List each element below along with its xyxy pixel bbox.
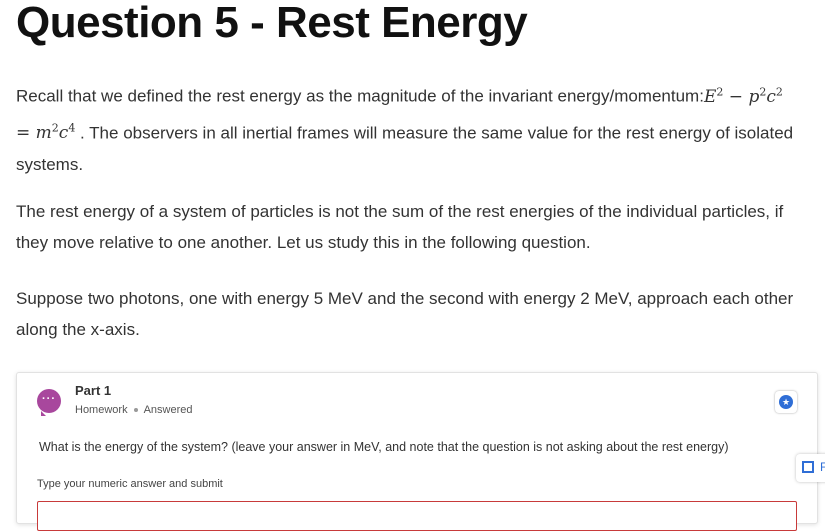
side-tab-label: F xyxy=(820,460,825,474)
rest-energy-paragraph: The rest energy of a system of particles… xyxy=(16,202,784,252)
intro-text-after: . The observers in all inertial frames w… xyxy=(16,123,794,175)
side-panel-tab[interactable]: F xyxy=(796,454,825,482)
answer-label: Type your numeric answer and submit xyxy=(37,478,223,490)
expand-icon xyxy=(802,461,814,473)
part-card: ··· Part 1 Homework Answered ★ What is th… xyxy=(16,372,818,531)
part-type: Homework xyxy=(75,404,128,416)
intro-paragraph: Recall that we defined the rest energy a… xyxy=(16,76,801,180)
chat-bubble-icon[interactable]: ··· xyxy=(37,389,61,416)
page-title: Question 5 - Rest Energy xyxy=(16,0,528,47)
star-button[interactable]: ★ xyxy=(775,391,797,413)
part-meta: Homework Answered xyxy=(75,404,193,416)
part-title: Part 1 xyxy=(75,383,112,398)
intro-text: Recall that we defined the rest energy a… xyxy=(16,86,704,106)
photons-paragraph: Suppose two photons, one with energy 5 M… xyxy=(16,289,794,339)
star-icon: ★ xyxy=(779,395,793,409)
question-text: What is the energy of the system? (leave… xyxy=(39,440,729,454)
part-status: Answered xyxy=(143,404,193,416)
separator-dot-icon xyxy=(133,408,138,413)
